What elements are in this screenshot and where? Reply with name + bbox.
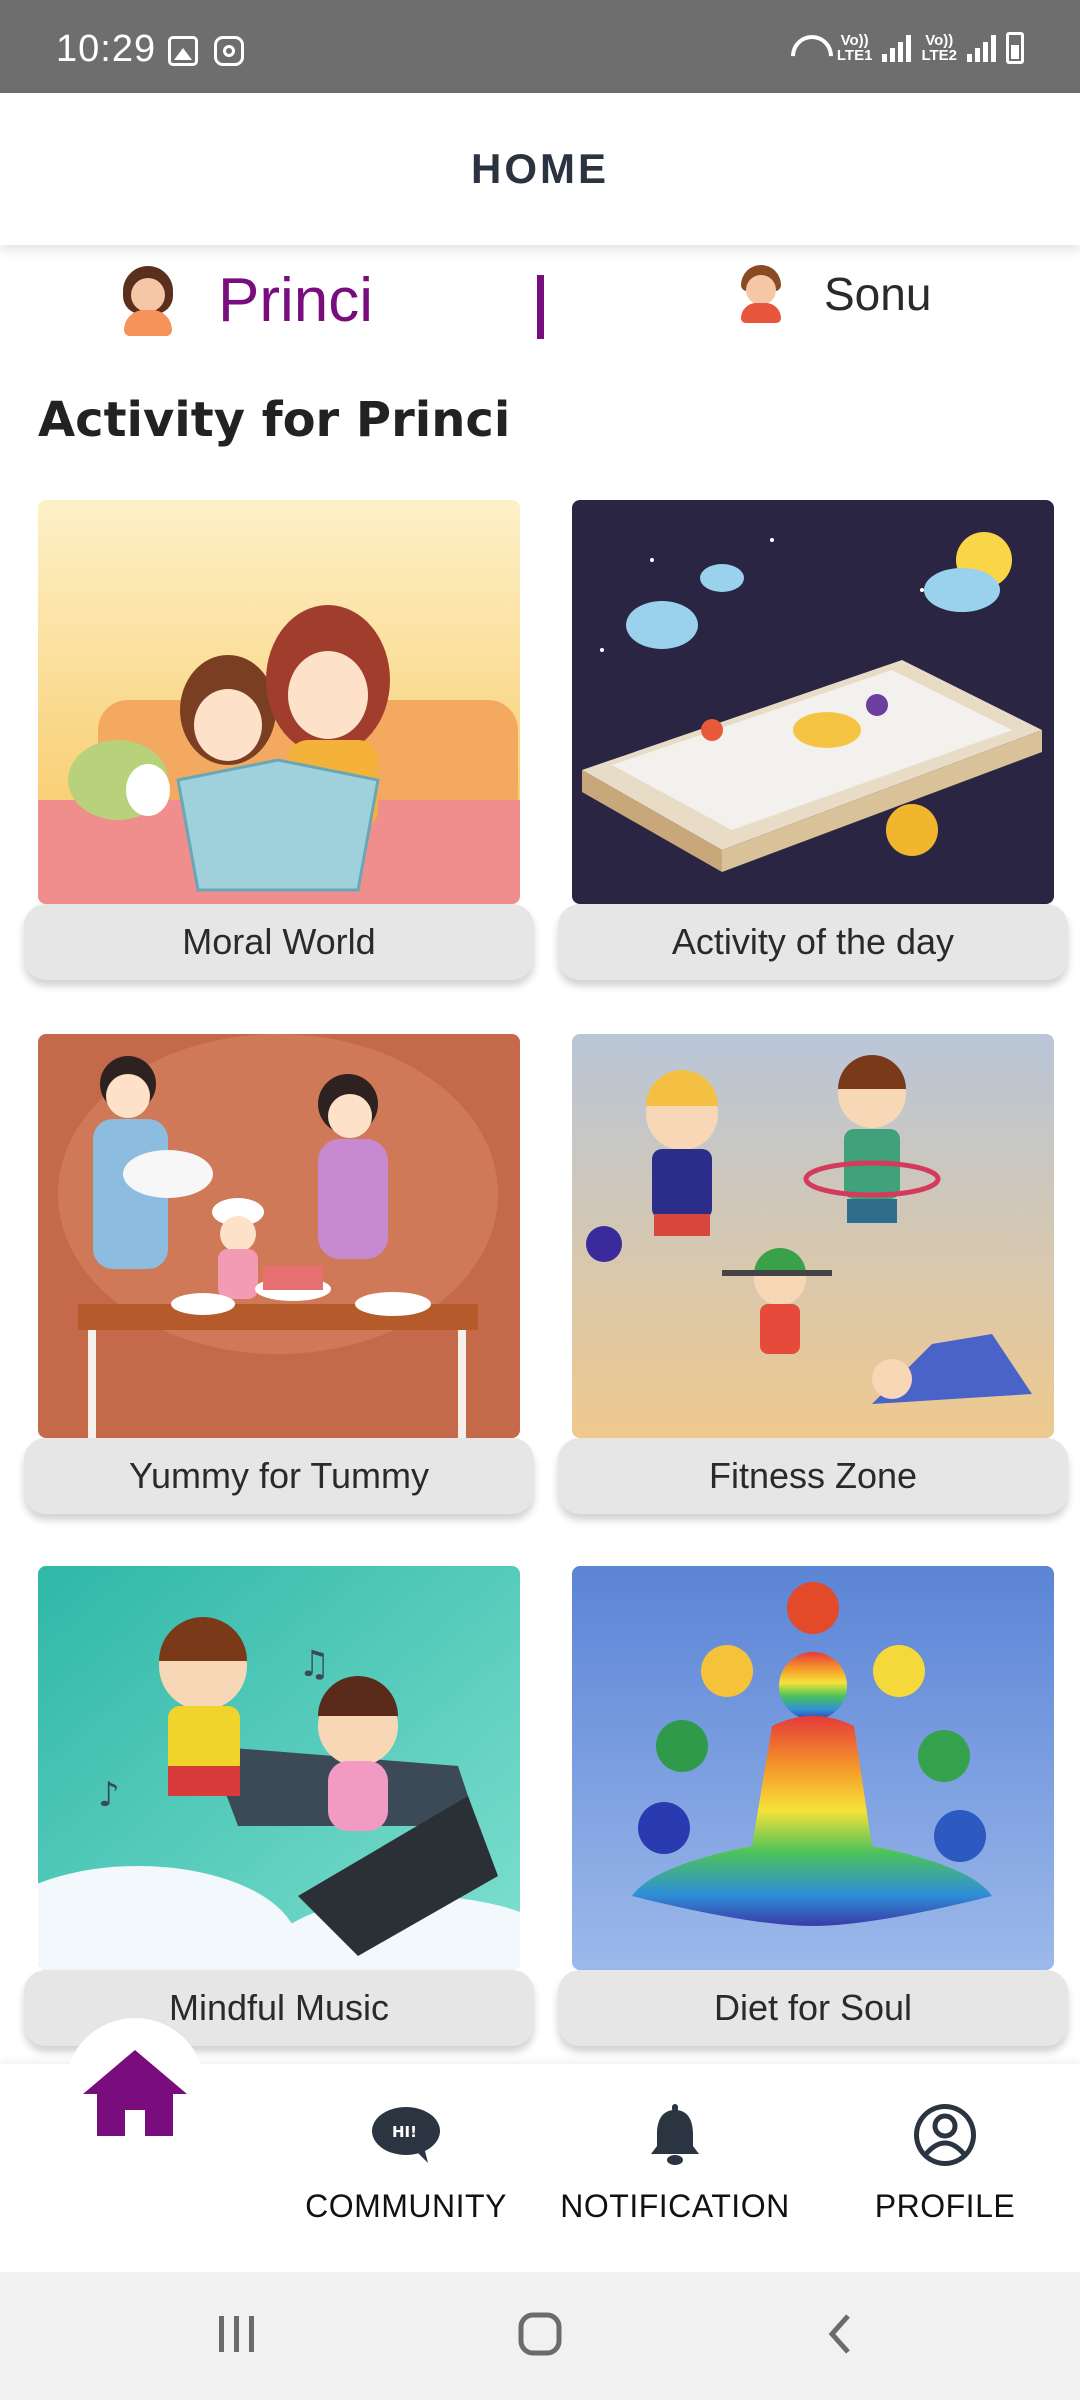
- boy-avatar-icon: [738, 265, 784, 323]
- activity-label: Moral World: [24, 904, 534, 980]
- activity-card-activity-of-the-day[interactable]: Activity of the day: [558, 500, 1068, 990]
- back-button[interactable]: [800, 2302, 880, 2366]
- nav-label: NOTIFICATION: [560, 2188, 790, 2224]
- page-title: HOME: [471, 145, 609, 192]
- nav-label: COMMUNITY: [305, 2188, 507, 2224]
- kid-tab-princi[interactable]: Princi: [118, 265, 373, 336]
- activity-card-yummy-for-tummy[interactable]: Yummy for Tummy: [24, 1034, 534, 1524]
- gallery-icon: [168, 36, 198, 66]
- signal2-icon: [967, 34, 996, 62]
- chat-bubble-icon: HI!: [370, 2100, 442, 2170]
- nav-notification[interactable]: NOTIFICATION: [555, 2100, 795, 2240]
- sim2-indicator: Vo)) LTE2: [921, 33, 957, 63]
- system-nav-bar: [0, 2272, 1080, 2400]
- girl-avatar-icon: [118, 265, 178, 336]
- sim2-label: LTE2: [921, 47, 957, 64]
- system-home-button[interactable]: [500, 2302, 580, 2366]
- family-baking-cake-illustration: [38, 1034, 520, 1438]
- status-bar: 10:29 Vo)) LTE1 Vo)) LTE2: [0, 0, 1080, 93]
- activity-label: Yummy for Tummy: [24, 1438, 534, 1514]
- back-chevron-icon: [828, 2314, 850, 2354]
- nav-profile[interactable]: PROFILE: [825, 2100, 1065, 2240]
- recents-icon: [219, 2316, 254, 2352]
- nav-label: PROFILE: [874, 2188, 1016, 2224]
- activity-card-mindful-music[interactable]: ♫ ♪ Mindful Music: [24, 1566, 534, 2056]
- nav-home[interactable]: [65, 2018, 205, 2158]
- kid-name: Sonu: [824, 268, 932, 320]
- status-notification-icons: [168, 36, 244, 66]
- section-title: Activity for Princi: [38, 392, 511, 448]
- battery-icon: [1006, 32, 1024, 64]
- square-home-icon: [518, 2312, 562, 2356]
- kids-listening-music-illustration: ♫ ♪: [38, 1566, 520, 1970]
- app-header: HOME: [0, 93, 1080, 245]
- recents-button[interactable]: [197, 2302, 277, 2366]
- sim1-indicator: Vo)) LTE1: [837, 33, 873, 63]
- bell-icon: [639, 2100, 711, 2170]
- mother-reading-book-illustration: [38, 500, 520, 904]
- activity-label: Fitness Zone: [558, 1438, 1068, 1514]
- status-indicators: Vo)) LTE1 Vo)) LTE2: [789, 32, 1024, 64]
- activity-card-diet-for-soul[interactable]: Diet for Soul: [558, 1566, 1068, 2056]
- kids-playing-on-phone-illustration: [572, 500, 1054, 904]
- sim1-label: LTE1: [836, 47, 873, 64]
- kids-exercising-illustration: [572, 1034, 1054, 1438]
- kid-tab-sonu[interactable]: Sonu: [738, 265, 931, 323]
- signal1-icon: [882, 34, 912, 62]
- status-time: 10:29: [56, 28, 157, 70]
- kid-switcher: Princi Sonu: [0, 255, 1080, 365]
- home-icon: [83, 2050, 187, 2136]
- instagram-icon: [214, 36, 244, 66]
- activity-label: Activity of the day: [558, 904, 1068, 980]
- meditation-chakra-illustration: [572, 1566, 1054, 1970]
- nav-community[interactable]: HI! COMMUNITY: [286, 2100, 526, 2240]
- svg-text:♫: ♫: [298, 1644, 330, 1685]
- user-circle-icon: [909, 2100, 981, 2170]
- svg-text:HI!: HI!: [392, 2123, 417, 2141]
- kid-divider: [537, 275, 544, 339]
- activity-card-moral-world[interactable]: Moral World: [24, 500, 534, 990]
- activity-label: Diet for Soul: [558, 1970, 1068, 2046]
- kid-name: Princi: [218, 266, 374, 335]
- svg-text:♪: ♪: [98, 1775, 120, 1815]
- activity-card-fitness-zone[interactable]: Fitness Zone: [558, 1034, 1068, 1524]
- wifi-icon: [789, 35, 827, 61]
